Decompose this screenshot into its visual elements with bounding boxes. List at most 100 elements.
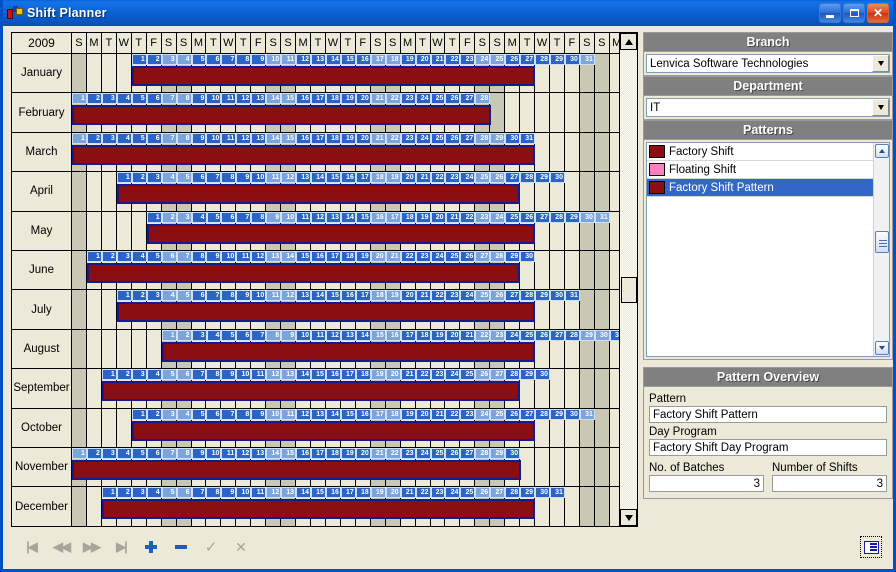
- day-column[interactable]: [86, 487, 102, 526]
- day-column[interactable]: [101, 54, 117, 93]
- day-column[interactable]: [72, 172, 87, 211]
- shift-pattern-bar[interactable]: [101, 381, 521, 402]
- day-column[interactable]: [579, 290, 595, 329]
- day-column[interactable]: S: [579, 33, 595, 53]
- day-column[interactable]: [490, 93, 506, 132]
- day-column[interactable]: [564, 172, 580, 211]
- shift-pattern-bar[interactable]: [86, 262, 521, 283]
- branch-combobox[interactable]: Lenvica Software Technologies: [646, 54, 890, 73]
- day-column[interactable]: [116, 54, 132, 93]
- chevron-down-icon[interactable]: [872, 55, 889, 72]
- day-column[interactable]: [116, 408, 132, 447]
- day-column[interactable]: W: [325, 33, 341, 53]
- day-column[interactable]: S: [266, 33, 282, 53]
- month-days[interactable]: 1 2 3 4 5 6 7 8 9 10 11 12 13 14 15 16 17 18 19 20 21 22 23 24 2…: [72, 172, 625, 211]
- pattern-field[interactable]: Factory Shift Pattern: [649, 406, 887, 423]
- day-column[interactable]: [594, 408, 610, 447]
- day-column[interactable]: T: [340, 33, 356, 53]
- day-column[interactable]: [505, 93, 521, 132]
- list-view-icon[interactable]: [860, 536, 882, 558]
- day-column[interactable]: [72, 487, 87, 526]
- day-column[interactable]: F: [251, 33, 267, 53]
- patterns-scroll-down-button[interactable]: [875, 341, 889, 355]
- day-column[interactable]: S: [490, 33, 506, 53]
- day-column[interactable]: [594, 172, 610, 211]
- day-column[interactable]: [594, 132, 610, 172]
- day-column[interactable]: [579, 211, 595, 250]
- day-column[interactable]: F: [460, 33, 476, 53]
- day-column[interactable]: [131, 211, 147, 250]
- day-column[interactable]: S: [594, 33, 610, 53]
- day-column[interactable]: [579, 54, 595, 93]
- day-column[interactable]: S: [370, 33, 386, 53]
- day-column[interactable]: [579, 250, 595, 290]
- day-column[interactable]: [72, 250, 87, 290]
- day-column[interactable]: T: [415, 33, 431, 53]
- batches-field[interactable]: 3: [649, 475, 764, 492]
- day-column[interactable]: [564, 54, 580, 93]
- day-column[interactable]: [594, 487, 610, 526]
- day-column[interactable]: [86, 408, 102, 447]
- month-days[interactable]: 1 2 3 4 5 6 7 8 9 10 11 12 13 14 15 16 17 18 19 20 21 22 23 24 2…: [72, 447, 625, 487]
- day-column[interactable]: [535, 487, 550, 526]
- day-column[interactable]: [535, 447, 550, 487]
- day-column[interactable]: [550, 408, 565, 447]
- month-days[interactable]: 1 2 3 4 5 6 7 8 9 10 11 12 13 14 15 16 17 18 19 20 21 22 23 24 2…: [72, 290, 625, 329]
- day-column[interactable]: [72, 369, 87, 408]
- day-column[interactable]: M: [505, 33, 521, 53]
- day-column[interactable]: [535, 132, 550, 172]
- day-column[interactable]: [116, 211, 132, 250]
- day-column[interactable]: F: [355, 33, 371, 53]
- day-column[interactable]: T: [131, 33, 147, 53]
- day-column[interactable]: [564, 329, 580, 369]
- day-column[interactable]: [535, 172, 550, 211]
- day-column[interactable]: [550, 369, 565, 408]
- previous-record-button[interactable]: ◀◀: [53, 539, 71, 555]
- day-column[interactable]: [564, 211, 580, 250]
- day-column[interactable]: [594, 93, 610, 132]
- day-column[interactable]: M: [191, 33, 207, 53]
- day-column[interactable]: [520, 369, 536, 408]
- day-column[interactable]: [72, 408, 87, 447]
- close-button[interactable]: ✕: [867, 3, 889, 23]
- day-column[interactable]: M: [86, 33, 102, 53]
- day-column[interactable]: M: [400, 33, 416, 53]
- day-column[interactable]: S: [161, 33, 177, 53]
- day-column[interactable]: [579, 172, 595, 211]
- last-record-button[interactable]: ▶|: [113, 539, 129, 555]
- maximize-button[interactable]: [843, 3, 865, 23]
- shift-pattern-bar[interactable]: [131, 66, 536, 86]
- month-days[interactable]: 1 2 3 4 5 6 7 8 9 10 11 12 13 14 15 16 17 18 19 20 21 22 23 24 2…: [72, 408, 625, 447]
- calendar-scrollbar[interactable]: [619, 33, 637, 526]
- delete-record-button[interactable]: [173, 539, 189, 555]
- day-column[interactable]: [86, 329, 102, 369]
- day-column[interactable]: [72, 290, 87, 329]
- scrollbar-thumb[interactable]: [621, 277, 637, 303]
- shift-pattern-bar[interactable]: [116, 184, 521, 205]
- shift-pattern-bar[interactable]: [72, 459, 521, 480]
- day-column[interactable]: F: [564, 33, 580, 53]
- day-column[interactable]: [564, 408, 580, 447]
- day-column[interactable]: [116, 329, 132, 369]
- day-column[interactable]: S: [385, 33, 401, 53]
- shift-pattern-bar[interactable]: [72, 144, 536, 165]
- day-column[interactable]: [72, 329, 87, 369]
- day-column[interactable]: [72, 54, 87, 93]
- day-column[interactable]: [520, 447, 536, 487]
- month-days[interactable]: 1 2 3 4 5 6 7 8 9 10 11 12 13 14 15 16 17 18 19 20 21 22 23 24 2…: [72, 369, 625, 408]
- list-item[interactable]: Factory Shift Pattern: [647, 179, 889, 197]
- day-column[interactable]: [535, 211, 550, 250]
- day-column[interactable]: F: [146, 33, 162, 53]
- day-column[interactable]: S: [475, 33, 491, 53]
- first-record-button[interactable]: |◀: [23, 539, 39, 555]
- day-column[interactable]: T: [311, 33, 326, 53]
- calendar-grid[interactable]: 2009 S M T W T F S S M T W T F S S M T W T F S S M T W T F S S M T W T F S S…: [11, 32, 638, 527]
- day-column[interactable]: [535, 54, 550, 93]
- shift-pattern-bar[interactable]: [116, 302, 536, 323]
- accept-button[interactable]: ✓: [203, 539, 219, 556]
- day-column[interactable]: [550, 211, 565, 250]
- day-column[interactable]: [564, 132, 580, 172]
- chevron-down-icon[interactable]: [872, 99, 889, 116]
- minimize-button[interactable]: [819, 3, 841, 23]
- day-column[interactable]: S: [176, 33, 192, 53]
